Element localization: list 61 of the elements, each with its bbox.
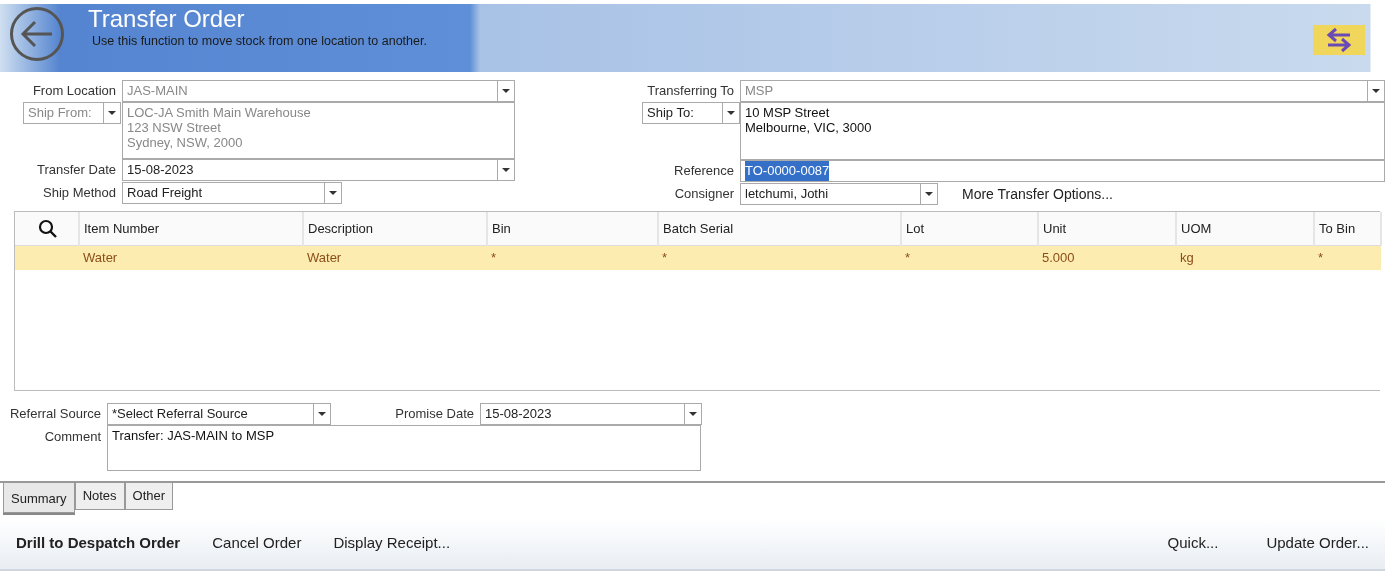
table-cell: * [658, 245, 901, 270]
arrow-icon [20, 19, 54, 49]
table-cell: * [1314, 245, 1381, 270]
field-label: Promise Date [394, 405, 475, 424]
table-cell: * [487, 245, 658, 270]
field-label: Ship Method [42, 184, 117, 203]
caret-icon [925, 192, 933, 196]
field-label: Transferring To [646, 82, 735, 101]
back-button[interactable] [10, 7, 64, 61]
column-header[interactable]: Bin [487, 212, 658, 245]
date-dropdown[interactable]: 15-08-2023 [480, 403, 702, 425]
caret-icon [689, 412, 697, 416]
reference-field[interactable]: TO-0000-0087 [740, 160, 1385, 182]
action-link[interactable]: Display Receipt... [325, 532, 451, 555]
caret-icon [502, 168, 510, 172]
field-label: Comment [43, 428, 102, 446]
more-options-link[interactable]: More Transfer Options... [962, 183, 1113, 205]
action-link[interactable]: Update Order... [1266, 532, 1369, 555]
page-subtitle: Use this function to move stock from one location to another. [92, 33, 427, 51]
field-label: From Location [31, 82, 117, 101]
table-cell: 5.000 [1038, 245, 1176, 270]
address-line: Melbourne, VIC, 3000 [745, 120, 873, 135]
column-header[interactable]: Description [303, 212, 487, 245]
column-header[interactable]: UOM [1176, 212, 1314, 245]
caret-icon [329, 191, 337, 195]
field-label: Consigner [673, 185, 735, 204]
referral-source-dropdown[interactable]: *Select Referral Source [107, 403, 331, 425]
action-link[interactable]: Cancel Order [204, 532, 302, 555]
caret-icon [108, 111, 116, 115]
column-header[interactable]: Item Number [79, 212, 303, 245]
address-line: 123 NSW Street [127, 120, 222, 135]
field-label: Reference [673, 162, 735, 181]
tab[interactable]: Other [124, 483, 174, 510]
address-line: 10 MSP Street [745, 105, 831, 120]
location-dropdown[interactable]: MSP [740, 80, 1385, 102]
page-title: Transfer Order [88, 6, 246, 33]
address-line: LOC-JA Smith Main Warehouse [127, 105, 312, 120]
tab[interactable]: Notes [74, 483, 125, 510]
caret-icon [1372, 89, 1380, 93]
table-cell: Water [303, 245, 487, 270]
field-label: Transfer Date [36, 161, 117, 180]
ship-to-dropdown[interactable]: Ship To: [642, 102, 740, 124]
transfer-icon[interactable] [1313, 25, 1365, 55]
column-header[interactable]: To Bin [1314, 212, 1381, 245]
field-label: Referral Source [8, 405, 102, 424]
action-link[interactable]: Quick... [1167, 532, 1219, 555]
table-cell: kg [1176, 245, 1314, 270]
action-link[interactable]: Drill to Despatch Order [16, 532, 181, 555]
comment-field[interactable]: Transfer: JAS-MAIN to MSP [107, 425, 701, 471]
search-icon[interactable] [38, 218, 58, 239]
caret-icon [727, 111, 735, 115]
column-header[interactable]: Unit [1038, 212, 1176, 245]
table-cell: Water [79, 245, 303, 270]
caret-icon [318, 412, 326, 416]
column-header[interactable]: Lot [901, 212, 1038, 245]
tab[interactable]: Summary [3, 483, 75, 513]
consigner-dropdown[interactable]: letchumi, Jothi [740, 183, 938, 205]
column-header[interactable]: Batch Serial [658, 212, 901, 245]
table-cell: * [901, 245, 1038, 270]
caret-icon [502, 89, 510, 93]
address-line: Sydney, NSW, 2000 [127, 135, 244, 150]
